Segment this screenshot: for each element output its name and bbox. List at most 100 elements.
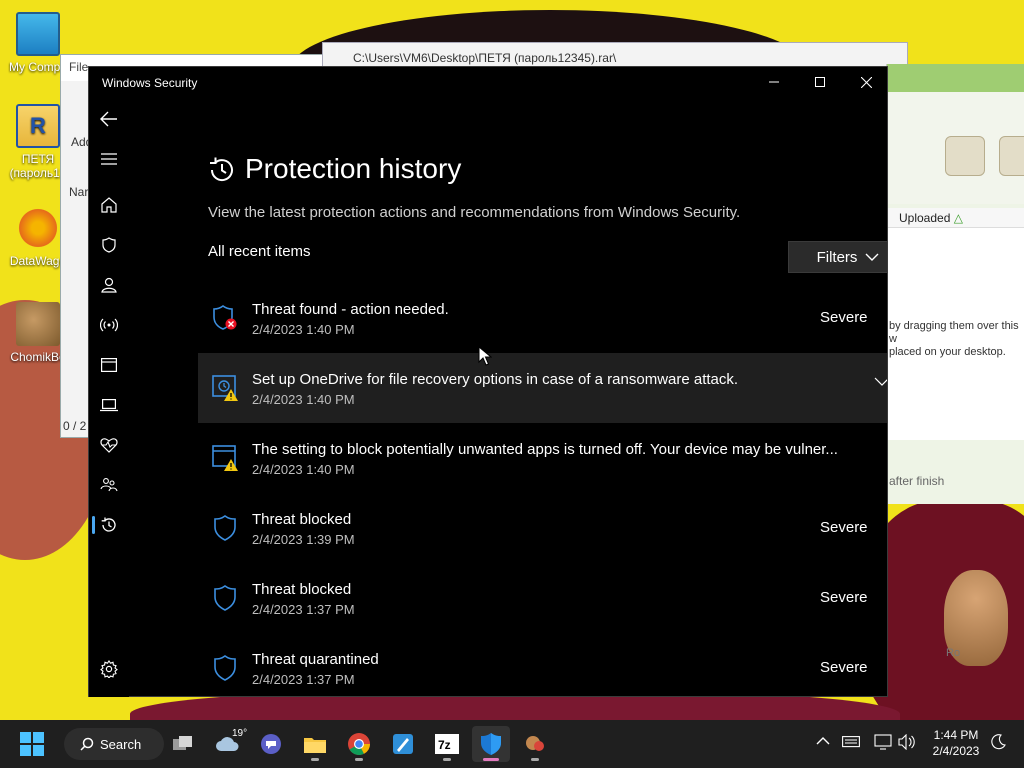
system-clock[interactable]: 1:44 PM 2/4/2023 [930, 727, 982, 759]
chevron-up-icon[interactable] [816, 734, 830, 748]
drop-hint-line: placed on your desktop. [889, 346, 1006, 358]
task-view-icon [173, 736, 192, 750]
history-item[interactable]: Set up OneDrive for file recovery option… [198, 353, 887, 423]
back-button[interactable] [89, 101, 129, 137]
item-date: 2/4/2023 1:40 PM [252, 462, 355, 477]
uploader-titlebar [887, 64, 1024, 92]
item-date: 2/4/2023 1:37 PM [252, 672, 355, 687]
network-icon[interactable] [874, 734, 892, 750]
nav-virus-protection[interactable] [89, 227, 129, 263]
navigation-rail [89, 99, 129, 697]
desktop-icon-label: My Compu [8, 60, 67, 74]
mouse-pointer-icon [478, 346, 492, 366]
filters-label: Filters [816, 248, 858, 266]
item-date: 2/4/2023 1:39 PM [252, 532, 355, 547]
item-title: The setting to block potentially unwante… [252, 441, 838, 458]
start-button[interactable] [13, 726, 51, 762]
toolbar-button[interactable] [999, 136, 1024, 176]
search-label: Search [100, 736, 142, 752]
chat-icon [261, 734, 281, 754]
folder-icon [304, 738, 326, 753]
windows-security-window: Windows Security Protection history View… [88, 66, 888, 697]
7zip-button[interactable]: 7z [428, 726, 466, 762]
close-icon [860, 76, 872, 88]
item-severity: Severe [820, 519, 868, 536]
file-explorer-button[interactable] [296, 726, 334, 762]
winrar-archive-icon: R [16, 104, 60, 148]
close-button[interactable] [843, 67, 889, 97]
window-titlebar[interactable]: Windows Security [89, 67, 887, 99]
window-path: C:\Users\VM6\Desktop\ПЕТЯ (пароль12345).… [353, 51, 617, 65]
desktop-icon-label: ChomikBo [10, 350, 66, 364]
back-arrow-icon [100, 111, 117, 127]
filters-button[interactable]: Filters [788, 241, 887, 273]
keyboard-icon[interactable] [842, 734, 860, 748]
uploader-drop-area[interactable]: by dragging them over this w placed on y… [887, 228, 1024, 440]
nav-device-performance[interactable] [89, 427, 129, 463]
column-label: Uploaded [899, 211, 951, 225]
chrome-button[interactable] [340, 726, 378, 762]
item-title: Threat blocked [252, 581, 352, 598]
minimize-icon [769, 81, 779, 83]
clock-date: 2/4/2023 [932, 744, 980, 758]
nav-protection-history[interactable] [89, 507, 129, 543]
background-window-uploader[interactable]: Uploaded △ by dragging them over this w … [886, 64, 1024, 504]
item-title: Threat quarantined [252, 651, 379, 668]
uploaded-column-header[interactable]: Uploaded △ [887, 208, 1024, 228]
windows-logo-icon [20, 732, 44, 756]
history-item[interactable]: Threat blocked 2/4/2023 1:39 PM Severe [198, 493, 887, 563]
nav-home[interactable] [89, 187, 129, 223]
item-title: Threat blocked [252, 511, 352, 528]
history-item[interactable]: The setting to block potentially unwante… [198, 423, 887, 493]
paint-button[interactable] [384, 726, 422, 762]
nav-settings[interactable] [89, 651, 129, 687]
clock-time: 1:44 PM [933, 728, 979, 742]
windows-security-button[interactable] [472, 726, 510, 762]
shield-icon [214, 515, 236, 541]
window-title: Windows Security [102, 76, 198, 90]
teams-chat-button[interactable] [252, 726, 290, 762]
moon-icon[interactable] [990, 734, 1006, 750]
running-indicator [311, 758, 319, 761]
wireless-antenna-icon [100, 318, 118, 332]
chomikbox-icon [526, 736, 544, 751]
history-item[interactable]: Threat found - action needed. 2/4/2023 1… [198, 283, 887, 353]
shield-icon [481, 733, 501, 755]
desktop-icon-label: DataWago [9, 254, 67, 268]
maximize-button[interactable] [797, 67, 843, 97]
nav-device-security[interactable] [89, 387, 129, 423]
app-browser-warning-icon [212, 445, 238, 471]
page-title: Protection history [245, 153, 462, 184]
running-indicator [355, 758, 363, 761]
task-view-button[interactable] [164, 726, 202, 762]
nav-account-protection[interactable] [89, 267, 129, 303]
history-item[interactable]: Threat blocked 2/4/2023 1:37 PM Severe [198, 563, 887, 633]
nav-app-browser-control[interactable] [89, 347, 129, 383]
item-severity: Severe [820, 309, 868, 326]
desktop-icon-label: ПЕТЯ (пароль12 [9, 152, 67, 180]
item-date: 2/4/2023 1:40 PM [252, 392, 355, 407]
history-icon [101, 517, 116, 532]
minimize-button[interactable] [751, 67, 797, 97]
hamster-toolbar-button[interactable] [945, 136, 985, 176]
chomikbox-icon [16, 302, 60, 346]
nav-family-options[interactable] [89, 467, 129, 503]
drop-hint-line: by dragging them over this w [889, 320, 1019, 345]
section-label: All recent items [208, 243, 311, 260]
history-icon [210, 157, 233, 182]
uploader-footer-option[interactable]: after finish [887, 474, 1024, 488]
chomikbox-button[interactable] [516, 726, 554, 762]
hamburger-icon [101, 153, 117, 165]
running-indicator [531, 758, 539, 761]
status-count: 0 / 2 [63, 419, 87, 433]
mascot-label: Ro [946, 647, 961, 659]
family-icon [100, 478, 118, 492]
nav-firewall[interactable] [89, 307, 129, 343]
taskbar-search[interactable]: Search [64, 728, 164, 760]
volume-icon[interactable] [898, 734, 916, 750]
datawagon-icon [16, 206, 60, 250]
menu-button[interactable] [89, 141, 129, 177]
item-severity: Severe [820, 589, 868, 606]
history-item[interactable]: Threat quarantined 2/4/2023 1:37 PM Seve… [198, 633, 887, 697]
chevron-down-icon[interactable] [874, 377, 887, 387]
